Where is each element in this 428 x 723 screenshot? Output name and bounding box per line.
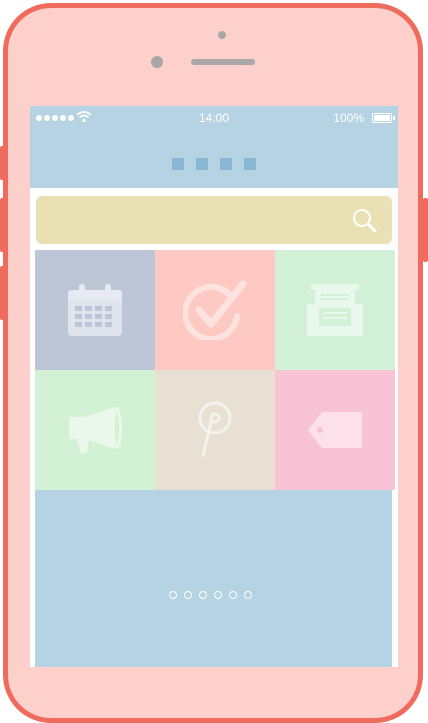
- pager-dot[interactable]: [229, 591, 237, 599]
- volume-up-button: [0, 198, 5, 252]
- pager-dot[interactable]: [244, 591, 252, 599]
- search-bar[interactable]: [36, 196, 392, 244]
- calendar-icon: [68, 284, 122, 336]
- battery-percent: 100%: [333, 111, 364, 125]
- camera-lens: [151, 56, 163, 68]
- pager-dot[interactable]: [169, 591, 177, 599]
- page-dot[interactable]: [220, 158, 232, 170]
- battery-icon: [372, 113, 395, 123]
- tile-calendar[interactable]: [35, 250, 155, 370]
- tile-tag[interactable]: [275, 370, 395, 490]
- pin-icon: [198, 401, 232, 458]
- page-indicator: [172, 158, 256, 170]
- tile-megaphone[interactable]: [35, 370, 155, 490]
- tag-icon: [308, 412, 362, 448]
- page-dot[interactable]: [196, 158, 208, 170]
- tile-pin[interactable]: [155, 370, 275, 490]
- banner-pager: [169, 591, 252, 599]
- search-icon[interactable]: [352, 208, 378, 234]
- check-circle-icon: [183, 280, 247, 340]
- pager-dot[interactable]: [184, 591, 192, 599]
- app-grid: [35, 250, 395, 490]
- pager-dot[interactable]: [214, 591, 222, 599]
- tile-archive[interactable]: [275, 250, 395, 370]
- megaphone-icon: [69, 407, 122, 453]
- phone-screen: 14:00 100%: [30, 106, 398, 667]
- archive-drawer-icon: [307, 284, 363, 336]
- mute-switch: [0, 146, 5, 180]
- page-dot[interactable]: [244, 158, 256, 170]
- status-bar: 14:00 100%: [30, 106, 398, 132]
- earpiece-speaker: [191, 59, 255, 65]
- power-button: [423, 198, 428, 262]
- nav-bar: [30, 132, 398, 188]
- front-camera: [218, 31, 226, 39]
- page-dot[interactable]: [172, 158, 184, 170]
- promo-banner[interactable]: [35, 490, 392, 667]
- pager-dot[interactable]: [199, 591, 207, 599]
- volume-down-button: [0, 266, 5, 320]
- tile-check[interactable]: [155, 250, 275, 370]
